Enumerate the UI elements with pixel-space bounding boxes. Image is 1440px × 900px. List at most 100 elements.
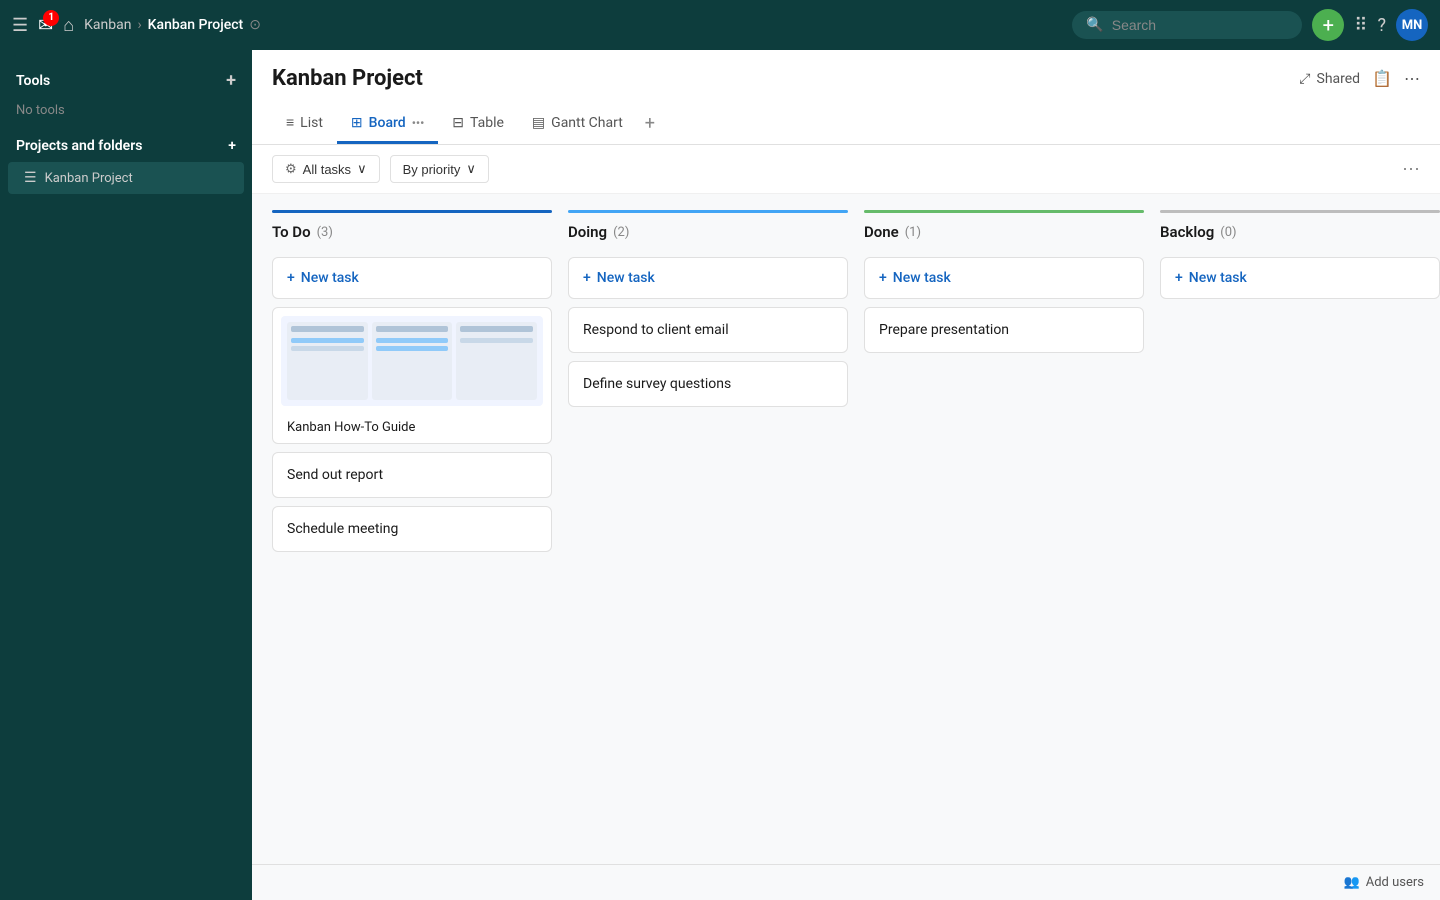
filters-left: ⚙ All tasks ∨ By priority ∨ [272,155,489,183]
tab-gantt[interactable]: ▤ Gantt Chart [518,105,637,144]
tab-table[interactable]: ⊟ Table [438,105,518,144]
tab-board-more[interactable]: ••• [412,116,425,130]
table-icon: ⊟ [452,115,464,131]
more-options-icon[interactable]: ⋯ [1404,69,1420,88]
task-card-kanban-guide[interactable]: Kanban How-To Guide [272,307,552,444]
all-tasks-label: All tasks [303,162,351,177]
column-todo: To Do (3) + New task [272,210,552,560]
task-card-client-email[interactable]: Respond to client email [568,307,848,353]
column-doing: Doing (2) + New task Respond to client e… [568,210,848,415]
projects-section-header: Projects and folders + [0,130,252,162]
plus-icon: + [287,270,295,286]
tab-gantt-label: Gantt Chart [551,115,623,131]
content-area: Kanban Project ⤢ Shared 📋 ⋯ ≡ List ⊞ [252,50,1440,900]
breadcrumb-separator: › [137,17,141,33]
breadcrumb-parent[interactable]: Kanban [84,17,131,33]
filter-icon: ⚙ [285,161,297,177]
doing-title: Doing [568,223,607,241]
todo-header: To Do (3) [272,223,552,249]
tab-table-label: Table [470,115,504,131]
by-priority-label: By priority [403,162,461,177]
project-header: Kanban Project ⤢ Shared 📋 ⋯ ≡ List ⊞ [252,50,1440,145]
done-header: Done (1) [864,223,1144,249]
task-card-presentation[interactable]: Prepare presentation [864,307,1144,353]
backlog-title: Backlog [1160,223,1214,241]
search-bar[interactable]: 🔍 [1072,11,1302,39]
more-filters-button[interactable]: ⋯ [1402,159,1420,180]
help-icon[interactable]: ? [1377,15,1386,36]
kanban-board: To Do (3) + New task [252,194,1440,864]
tab-list[interactable]: ≡ List [272,104,337,144]
search-input[interactable] [1112,17,1289,33]
project-header-actions: ⤢ Shared 📋 ⋯ [1299,69,1420,88]
doing-border [568,210,848,213]
topbar: ☰ ✉ 1 ⌂ Kanban › Kanban Project ⊙ 🔍 + ⠿ … [0,0,1440,50]
task-label-schedule-meeting: Schedule meeting [287,521,398,537]
doing-new-task-label: New task [597,270,655,286]
task-card-survey[interactable]: Define survey questions [568,361,848,407]
plus-icon: + [583,270,591,286]
sidebar: Tools + No tools Projects and folders + … [0,50,252,900]
add-button[interactable]: + [1312,9,1344,41]
add-tab-button[interactable]: + [637,103,663,144]
notification-badge: 1 [43,10,59,26]
mail-icon-wrap[interactable]: ✉ 1 [38,15,53,36]
bottom-bar: 👥 Add users [252,864,1440,900]
no-tools-label: No tools [0,99,252,130]
hamburger-icon[interactable]: ☰ [12,15,28,36]
doing-count: (2) [613,225,629,240]
todo-title: To Do [272,223,311,241]
done-new-task-button[interactable]: + New task [864,257,1144,299]
plus-icon: + [879,270,887,286]
all-tasks-filter[interactable]: ⚙ All tasks ∨ [272,155,380,183]
plus-icon: + [1175,270,1183,286]
done-count: (1) [905,225,921,240]
task-label-survey: Define survey questions [583,376,731,392]
task-card-schedule-meeting[interactable]: Schedule meeting [272,506,552,552]
tab-board-label: Board [369,115,406,131]
add-users-label: Add users [1366,875,1424,890]
breadcrumb-current: Kanban Project [148,17,244,33]
gantt-icon: ▤ [532,115,545,131]
doing-header: Doing (2) [568,223,848,249]
backlog-count: (0) [1220,225,1236,240]
grid-icon[interactable]: ⠿ [1354,15,1367,36]
note-icon[interactable]: 📋 [1372,69,1392,88]
add-tool-button[interactable]: + [226,70,236,91]
all-tasks-chevron: ∨ [357,161,367,177]
task-label-send-report: Send out report [287,467,383,483]
sidebar-item-label: Kanban Project [45,171,133,186]
done-title: Done [864,223,899,241]
add-users-icon: 👥 [1344,875,1360,890]
list-icon: ≡ [286,114,294,131]
by-priority-filter[interactable]: By priority ∨ [390,155,489,183]
task-card-send-report[interactable]: Send out report [272,452,552,498]
tab-board[interactable]: ⊞ Board ••• [337,105,438,144]
done-new-task-label: New task [893,270,951,286]
add-users-button[interactable]: 👥 Add users [1344,875,1424,890]
home-icon[interactable]: ⌂ [63,15,74,36]
backlog-new-task-button[interactable]: + New task [1160,257,1440,299]
todo-count: (3) [317,225,333,240]
doing-new-task-button[interactable]: + New task [568,257,848,299]
filters-bar: ⚙ All tasks ∨ By priority ∨ ⋯ [252,145,1440,194]
task-label-client-email: Respond to client email [583,322,729,338]
sidebar-item-kanban-project[interactable]: ☰ Kanban Project [8,162,244,194]
task-label-kanban-guide: Kanban How-To Guide [281,414,543,435]
add-project-button[interactable]: + [228,138,236,154]
pin-icon[interactable]: ⊙ [249,17,261,33]
breadcrumb: Kanban › Kanban Project ⊙ [84,17,261,33]
project-title-row: Kanban Project ⤢ Shared 📋 ⋯ [272,66,1420,91]
tabs: ≡ List ⊞ Board ••• ⊟ Table ▤ Gantt Chart… [272,103,1420,144]
task-label-presentation: Prepare presentation [879,322,1009,338]
projects-label: Projects and folders [16,138,142,154]
backlog-border [1160,210,1440,213]
shared-label: Shared [1317,71,1361,87]
todo-new-task-label: New task [301,270,359,286]
share-icon: ⤢ [1299,71,1310,87]
todo-new-task-button[interactable]: + New task [272,257,552,299]
avatar[interactable]: MN [1396,9,1428,41]
shared-button[interactable]: ⤢ Shared [1299,71,1360,87]
board-icon: ⊞ [351,115,363,131]
search-icon: 🔍 [1086,17,1103,33]
